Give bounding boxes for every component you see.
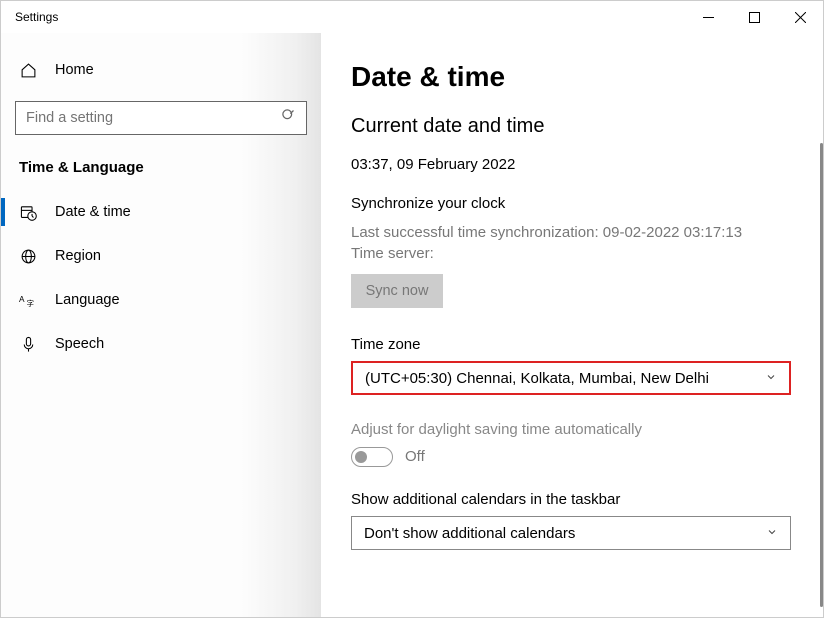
search-field[interactable] bbox=[26, 110, 281, 126]
home-label: Home bbox=[55, 62, 94, 78]
sidebar-item-language[interactable]: A字 Language bbox=[1, 278, 321, 322]
dst-state: Off bbox=[405, 446, 425, 467]
search-input[interactable] bbox=[15, 101, 307, 135]
page-title: Date & time bbox=[351, 61, 793, 93]
sidebar-item-speech[interactable]: Speech bbox=[1, 322, 321, 366]
calendars-dropdown[interactable]: Don't show additional calendars bbox=[351, 516, 791, 550]
globe-icon bbox=[19, 247, 37, 265]
titlebar: Settings bbox=[1, 1, 823, 33]
calendars-value: Don't show additional calendars bbox=[364, 525, 575, 542]
maximize-icon bbox=[749, 12, 760, 23]
chevron-down-icon bbox=[766, 525, 778, 542]
timezone-dropdown[interactable]: (UTC+05:30) Chennai, Kolkata, Mumbai, Ne… bbox=[351, 361, 791, 395]
sidebar-item-label: Region bbox=[55, 248, 101, 264]
sidebar-item-label: Speech bbox=[55, 336, 104, 352]
minimize-button[interactable] bbox=[685, 1, 731, 33]
sidebar-item-label: Date & time bbox=[55, 204, 131, 220]
sync-now-button[interactable]: Sync now bbox=[351, 274, 443, 308]
current-datetime-value: 03:37, 09 February 2022 bbox=[351, 156, 793, 173]
chevron-down-icon bbox=[765, 370, 777, 387]
sidebar-item-date-time[interactable]: Date & time bbox=[1, 190, 321, 234]
svg-text:A: A bbox=[19, 295, 25, 304]
calendars-label: Show additional calendars in the taskbar bbox=[351, 491, 793, 508]
maximize-button[interactable] bbox=[731, 1, 777, 33]
dst-label: Adjust for daylight saving time automati… bbox=[351, 421, 793, 438]
sync-server-text: Time server: bbox=[351, 243, 793, 264]
main-content: Date & time Current date and time 03:37,… bbox=[321, 33, 823, 617]
sidebar: Home Time & Language Date & time bbox=[1, 33, 321, 617]
home-icon bbox=[19, 61, 37, 79]
sidebar-item-region[interactable]: Region bbox=[1, 234, 321, 278]
search-icon bbox=[281, 108, 296, 128]
microphone-icon bbox=[19, 335, 37, 353]
section-current-datetime: Current date and time bbox=[351, 115, 793, 138]
window-title: Settings bbox=[15, 10, 685, 24]
timezone-label: Time zone bbox=[351, 336, 793, 353]
sync-last-text: Last successful time synchronization: 09… bbox=[351, 222, 793, 243]
svg-text:字: 字 bbox=[27, 297, 35, 307]
language-icon: A字 bbox=[19, 291, 37, 309]
timezone-value: (UTC+05:30) Chennai, Kolkata, Mumbai, Ne… bbox=[365, 370, 709, 387]
close-icon bbox=[795, 12, 806, 23]
dst-toggle bbox=[351, 447, 393, 467]
close-button[interactable] bbox=[777, 1, 823, 33]
home-link[interactable]: Home bbox=[1, 51, 321, 89]
sidebar-category: Time & Language bbox=[1, 149, 321, 190]
sync-heading: Synchronize your clock bbox=[351, 195, 793, 212]
minimize-icon bbox=[703, 12, 714, 23]
scrollbar[interactable] bbox=[820, 143, 823, 607]
sidebar-item-label: Language bbox=[55, 292, 120, 308]
calendar-clock-icon bbox=[19, 203, 37, 221]
